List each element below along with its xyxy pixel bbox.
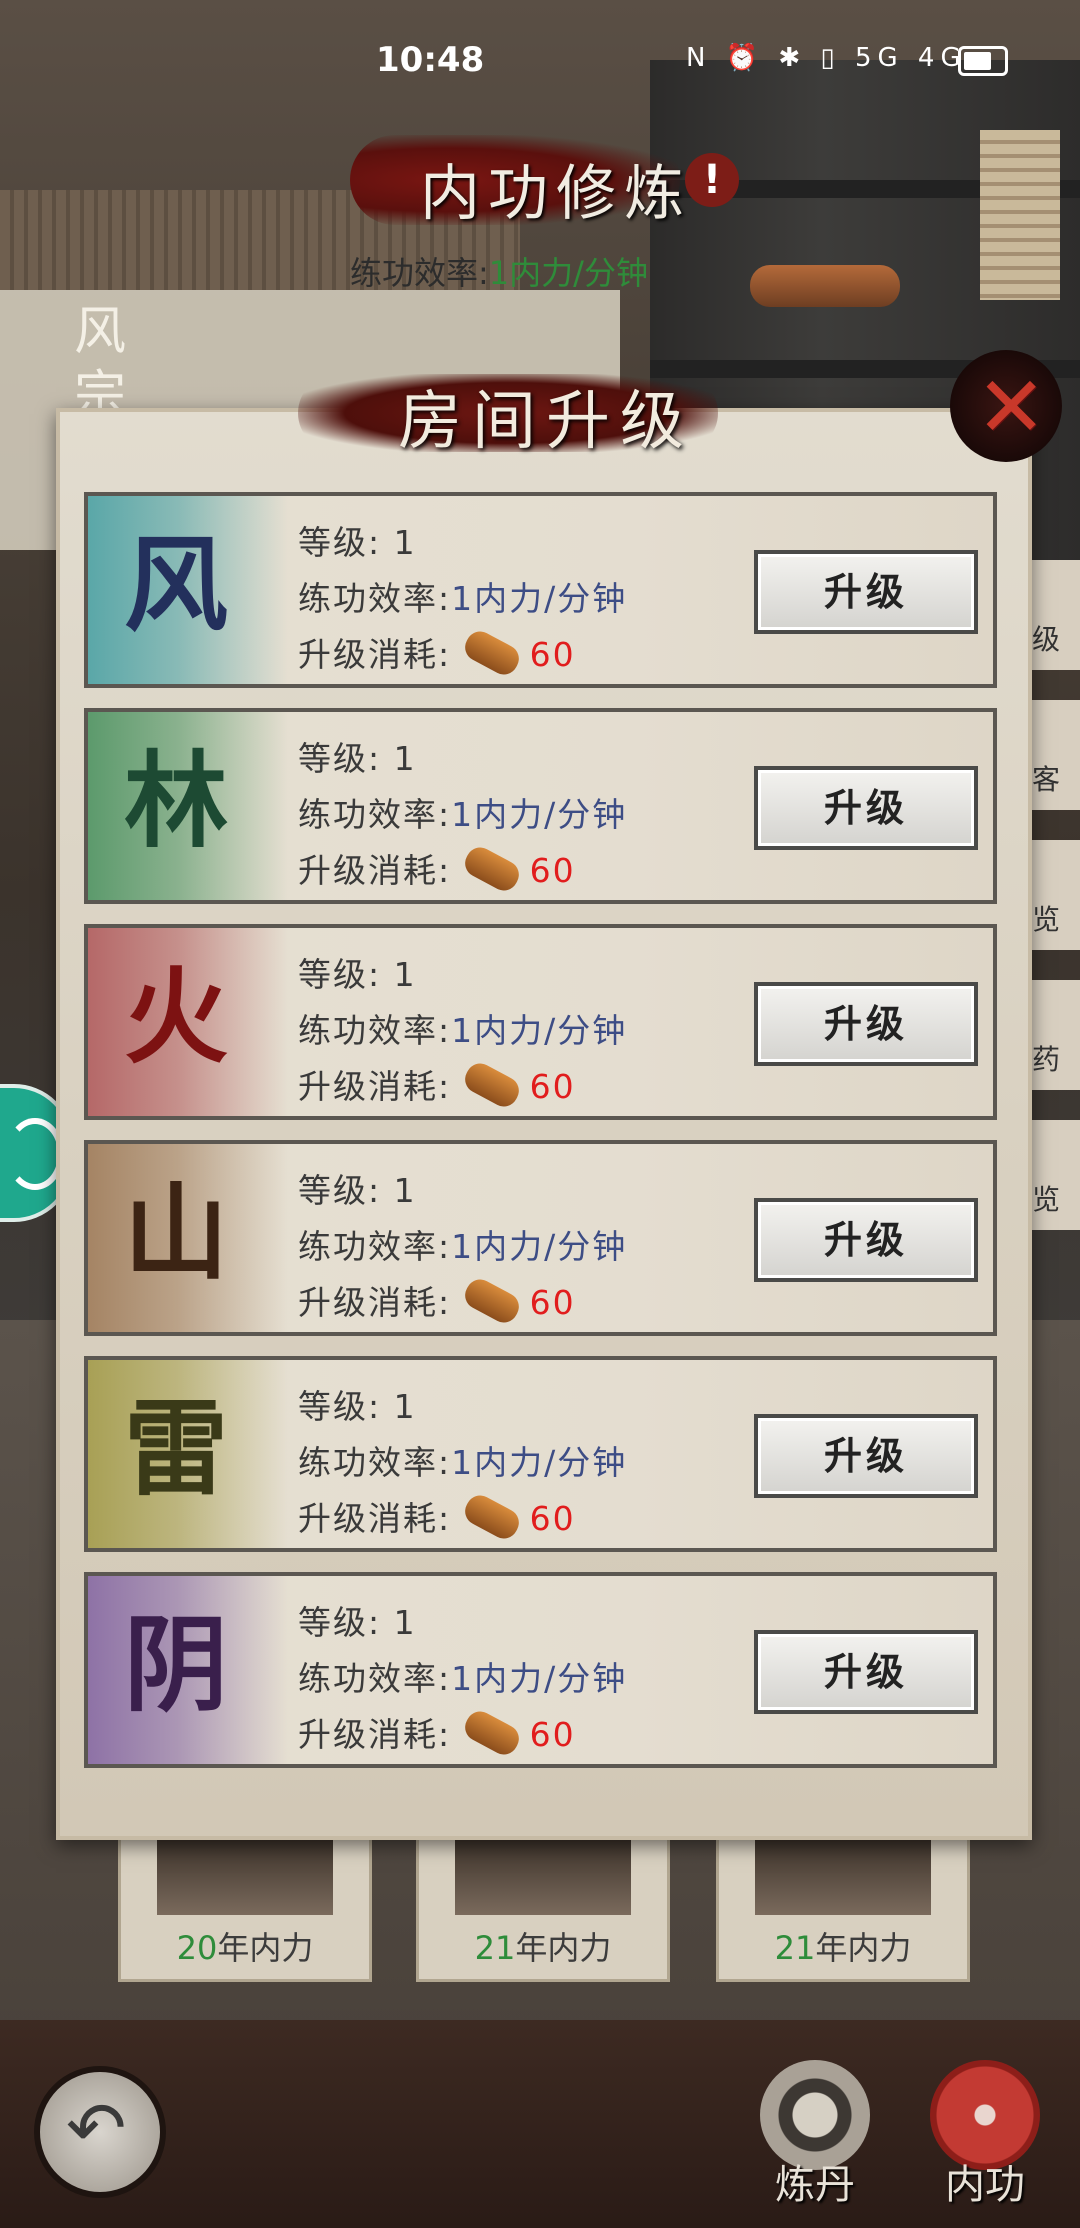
hero-caption: 20年内力 [176, 1929, 314, 1967]
room-card: 风 等级: 1 练功效率:1内力/分钟升级消耗: 60 升级 [84, 492, 997, 688]
upgrade-button[interactable]: 升级 [754, 1198, 978, 1282]
back-arrow-icon: ↶ [66, 2086, 127, 2170]
status-icons: N ⏰ ✱ ▯ 5G 4G [686, 43, 967, 73]
books-decoration [980, 130, 1060, 300]
room-glyph: 阴 [124, 1603, 229, 1726]
upgrade-button[interactable]: 升级 [754, 550, 978, 634]
upgrade-button[interactable]: 升级 [754, 1414, 978, 1498]
neigong-button[interactable]: 内功 [920, 2060, 1050, 2210]
room-cost: 升级消耗: 60 [298, 1706, 576, 1759]
room-emblem: 阴 [88, 1576, 288, 1764]
wood-log-icon [459, 626, 524, 679]
room-efficiency: 练功效率:1内力/分钟 [298, 1443, 628, 1482]
room-emblem: 火 [88, 928, 288, 1116]
room-card: 阴 等级: 1 练功效率:1内力/分钟升级消耗: 60 升级 [84, 1572, 997, 1768]
room-efficiency: 练功效率:1内力/分钟 [298, 1227, 628, 1266]
room-cost: 升级消耗: 60 [298, 1490, 576, 1543]
screen-rate-value: 1内力/分钟 [488, 254, 648, 292]
alert-icon[interactable]: ! [685, 153, 739, 207]
hero-caption: 21年内力 [474, 1929, 612, 1967]
hero-portrait [755, 1835, 931, 1915]
hero-card[interactable]: 21年内力 [416, 1832, 670, 1982]
room-efficiency: 练功效率:1内力/分钟 [298, 1011, 628, 1050]
scroll-decoration [750, 265, 900, 307]
room-level: 等级: 1 [298, 1387, 417, 1426]
wood-log-icon [459, 1274, 524, 1327]
hero-caption: 21年内力 [774, 1929, 912, 1967]
room-efficiency: 练功效率:1内力/分钟 [298, 1659, 628, 1698]
room-emblem: 林 [88, 712, 288, 900]
room-card: 雷 等级: 1 练功效率:1内力/分钟升级消耗: 60 升级 [84, 1356, 997, 1552]
room-glyph: 火 [124, 955, 229, 1078]
room-glyph: 雷 [124, 1387, 229, 1510]
status-time: 10:48 [376, 40, 485, 80]
room-level: 等级: 1 [298, 739, 417, 778]
hero-card[interactable]: 20年内力 [118, 1832, 372, 1982]
wood-log-icon [459, 1058, 524, 1111]
dialog-header: 房间升级 [298, 366, 718, 462]
wood-log-icon [459, 1490, 524, 1543]
room-card: 火 等级: 1 练功效率:1内力/分钟升级消耗: 60 升级 [84, 924, 997, 1120]
room-level: 等级: 1 [298, 955, 417, 994]
close-button[interactable]: ✕ [950, 350, 1062, 462]
screen-rate-label: 练功效率: [350, 254, 489, 292]
wood-log-icon [459, 1706, 524, 1759]
screen-title: 内功修炼 ! [350, 135, 739, 229]
room-emblem: 风 [88, 496, 288, 684]
upgrade-button[interactable]: 升级 [754, 766, 978, 850]
room-glyph: 林 [124, 739, 229, 862]
room-glyph: 山 [124, 1171, 229, 1294]
screen-rate: 练功效率:1内力/分钟 [350, 248, 648, 294]
hero-card[interactable]: 21年内力 [716, 1832, 970, 1982]
room-card: 林 等级: 1 练功效率:1内力/分钟升级消耗: 60 升级 [84, 708, 997, 904]
room-card: 山 等级: 1 练功效率:1内力/分钟升级消耗: 60 升级 [84, 1140, 997, 1336]
room-efficiency: 练功效率:1内力/分钟 [298, 795, 628, 834]
room-emblem: 山 [88, 1144, 288, 1332]
screen-title-text: 内功修炼 [420, 159, 692, 229]
alchemy-label: 炼丹 [775, 2162, 855, 2208]
battery-icon [958, 46, 1008, 76]
room-level: 等级: 1 [298, 1171, 417, 1210]
room-level: 等级: 1 [298, 523, 417, 562]
upgrade-button[interactable]: 升级 [754, 1630, 978, 1714]
wood-log-icon [459, 842, 524, 895]
dialog-title: 房间升级 [398, 385, 694, 459]
room-glyph: 风 [124, 523, 229, 646]
upgrade-button[interactable]: 升级 [754, 982, 978, 1066]
neigong-label: 内功 [945, 2162, 1025, 2208]
close-x-icon: ✕ [976, 358, 1047, 456]
room-emblem: 雷 [88, 1360, 288, 1548]
room-cost: 升级消耗: 60 [298, 842, 576, 895]
room-level: 等级: 1 [298, 1603, 417, 1642]
hero-portrait [157, 1835, 333, 1915]
room-cost: 升级消耗: 60 [298, 1058, 576, 1111]
status-bar: 10:48 N ⏰ ✱ ▯ 5G 4G [0, 0, 1080, 110]
back-button[interactable]: ↶ [34, 2066, 166, 2198]
room-efficiency: 练功效率:1内力/分钟 [298, 579, 628, 618]
hero-portrait [455, 1835, 631, 1915]
room-cost: 升级消耗: 60 [298, 626, 576, 679]
alchemy-button[interactable]: 炼丹 [750, 2060, 880, 2210]
room-cost: 升级消耗: 60 [298, 1274, 576, 1327]
